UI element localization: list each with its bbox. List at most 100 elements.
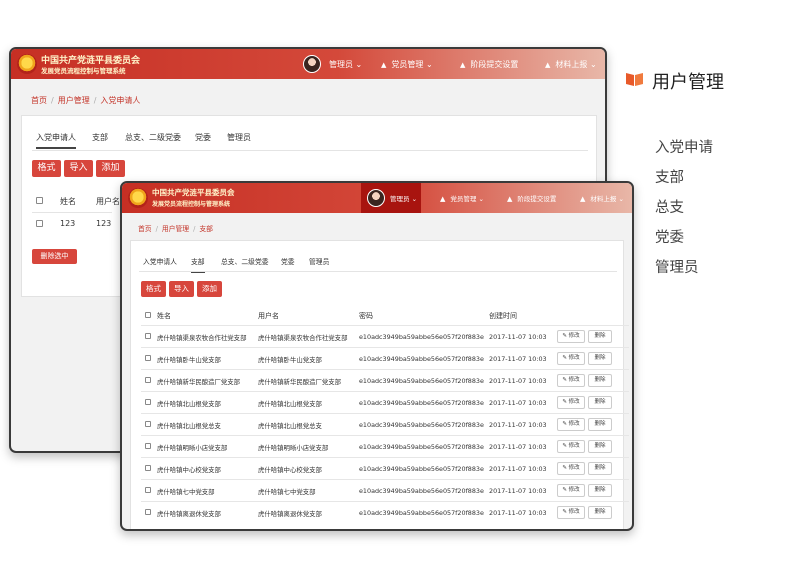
cell-name: 123 <box>60 219 76 228</box>
party-manage-menu[interactable]: ▲ 党员管理 ⌄ <box>381 59 433 70</box>
delete-selected-button[interactable]: 删除选中 <box>32 249 77 264</box>
delete-button[interactable]: 删除 <box>588 418 612 431</box>
delete-button[interactable]: 删除 <box>588 330 612 343</box>
avatar[interactable] <box>303 55 321 73</box>
cell-password: e10adc3949ba59abbe56e057f20f883e <box>359 399 484 407</box>
breadcrumb-home[interactable]: 首页 <box>138 225 152 233</box>
material-report-menu[interactable]: ▲ 材料上报 ⌄ <box>580 193 624 203</box>
delete-button[interactable]: 删除 <box>588 396 612 409</box>
material-report-menu[interactable]: ▲ 材料上报 ⌄ <box>545 59 597 70</box>
edit-button[interactable]: ✎ 修改 <box>557 506 585 519</box>
tab-committee[interactable]: 党委 <box>195 132 211 143</box>
cell-name: 虎什哈镇新华民酿造厂党支部 <box>157 378 241 386</box>
tab-applicant[interactable]: 入党申请人 <box>36 132 76 149</box>
edit-button[interactable]: ✎ 修改 <box>557 396 585 409</box>
party-manage-label: 党员管理 <box>450 195 477 203</box>
select-all-checkbox[interactable] <box>36 197 43 204</box>
delete-button[interactable]: 删除 <box>588 374 612 387</box>
admin-menu[interactable]: 管理员 ⌄ <box>329 59 362 70</box>
table-row: 虎什哈镇北山根党支部 虎什哈镇北山根党支部 e10adc3949ba59abbe56… <box>141 391 629 413</box>
chevron-down-icon: ⌄ <box>355 60 363 69</box>
edit-label: 修改 <box>568 421 580 427</box>
header-created: 创建时间 <box>489 312 517 320</box>
row-checkbox[interactable] <box>145 509 151 515</box>
cell-name: 虎什哈镇明晰小店党支部 <box>157 444 228 452</box>
sidebar-item-admin[interactable]: 管理员 <box>655 256 699 277</box>
material-report-label: 材料上报 <box>590 195 617 203</box>
select-all-checkbox[interactable] <box>145 312 151 318</box>
edit-button[interactable]: ✎ 修改 <box>557 374 585 387</box>
add-button[interactable]: 添加 <box>96 160 125 177</box>
tab-committee[interactable]: 党委 <box>281 256 295 266</box>
import-button[interactable]: 导入 <box>64 160 93 177</box>
breadcrumb-user-manage[interactable]: 用户管理 <box>58 96 90 105</box>
breadcrumb-user-manage[interactable]: 用户管理 <box>162 225 189 233</box>
row-checkbox[interactable] <box>145 421 151 427</box>
row-checkbox[interactable] <box>145 465 151 471</box>
breadcrumb: 首页 / 用户管理 / 入党申请人 <box>31 96 141 105</box>
edit-button[interactable]: ✎ 修改 <box>557 462 585 475</box>
edit-button[interactable]: ✎ 修改 <box>557 352 585 365</box>
sidebar-item-branch[interactable]: 支部 <box>655 166 684 187</box>
row-checkbox[interactable] <box>145 377 151 383</box>
row-checkbox[interactable] <box>145 487 151 493</box>
party-manage-menu[interactable]: ▲ 党员管理 ⌄ <box>440 193 484 203</box>
material-report-label: 材料上报 <box>555 60 588 69</box>
delete-button[interactable]: 删除 <box>588 440 612 453</box>
table-row: 虎什哈镇中心校党支部 虎什哈镇中心校党支部 e10adc3949ba59abbe56… <box>141 457 629 479</box>
import-button[interactable]: 导入 <box>169 281 194 297</box>
stage-settings-menu[interactable]: ▲ 阶段提交设置 <box>507 193 556 203</box>
header-name: 姓名 <box>157 312 171 320</box>
table-row: 虎什哈镇北山根党总支 虎什哈镇北山根党总支 e10adc3949ba59abbe56… <box>141 413 629 435</box>
stage-settings-label: 阶段提交设置 <box>470 60 519 69</box>
table-row: 虎什哈镇明晰小店党支部 虎什哈镇明晰小店党支部 e10adc3949ba59abbe… <box>141 435 629 457</box>
delete-button[interactable]: 删除 <box>588 462 612 475</box>
edit-button[interactable]: ✎ 修改 <box>557 484 585 497</box>
avatar[interactable] <box>367 189 385 207</box>
tab-general-branch[interactable]: 总支、二级党委 <box>125 132 181 143</box>
stage-settings-label: 阶段提交设置 <box>517 195 557 203</box>
add-button[interactable]: 添加 <box>197 281 222 297</box>
row-checkbox[interactable] <box>145 443 151 449</box>
delete-button[interactable]: 删除 <box>588 506 612 519</box>
tab-general-branch[interactable]: 总支、二级党委 <box>221 256 269 266</box>
cell-username: 123 <box>96 219 112 228</box>
delete-button[interactable]: 删除 <box>588 484 612 497</box>
edit-button[interactable]: ✎ 修改 <box>557 440 585 453</box>
admin-menu[interactable]: 管理员 ⌄ <box>390 193 417 203</box>
breadcrumb-current: 入党申请人 <box>100 96 141 105</box>
sidebar-item-applicant[interactable]: 入党申请 <box>655 136 713 157</box>
edit-label: 修改 <box>568 487 580 493</box>
cell-name: 虎什哈镇七中党支部 <box>157 488 215 496</box>
cell-created: 2017-11-07 10:03 <box>489 487 547 495</box>
tab-admin[interactable]: 管理员 <box>309 256 329 266</box>
edit-label: 修改 <box>568 333 580 339</box>
table-row: 虎什哈镇离退休党支部 虎什哈镇离退休党支部 e10adc3949ba59abbe56… <box>141 501 629 523</box>
breadcrumb-home[interactable]: 首页 <box>31 96 47 105</box>
delete-button[interactable]: 删除 <box>588 352 612 365</box>
cell-password: e10adc3949ba59abbe56e057f20f883e <box>359 421 484 429</box>
edit-button[interactable]: ✎ 修改 <box>557 418 585 431</box>
main-panel: 入党申请人 支部 总支、二级党委 党委 管理员 格式 导入 添加 姓名 用户名 … <box>130 240 629 529</box>
row-checkbox[interactable] <box>36 220 43 227</box>
admin-menu-label: 管理员 <box>390 195 410 203</box>
sidebar-item-general-branch[interactable]: 总支 <box>655 196 684 217</box>
format-button[interactable]: 格式 <box>141 281 166 297</box>
cell-name: 虎什哈镇中心校党支部 <box>157 466 221 474</box>
cell-username: 虎什哈镇卧牛山党支部 <box>258 356 322 364</box>
row-checkbox[interactable] <box>145 399 151 405</box>
breadcrumb-current: 支部 <box>199 225 213 233</box>
tab-admin[interactable]: 管理员 <box>227 132 251 143</box>
row-checkbox[interactable] <box>145 333 151 339</box>
cell-password: e10adc3949ba59abbe56e057f20f883e <box>359 355 484 363</box>
tab-branch[interactable]: 支部 <box>92 132 108 143</box>
cell-name: 虎什哈镇北山根党支部 <box>157 400 221 408</box>
stage-settings-menu[interactable]: ▲ 阶段提交设置 <box>460 59 518 70</box>
cell-created: 2017-11-07 10:03 <box>489 421 547 429</box>
tab-applicant[interactable]: 入党申请人 <box>143 256 177 266</box>
format-button[interactable]: 格式 <box>32 160 61 177</box>
front-window: 中国共产党涟平县委员会 发展党员流程控制与管理系统 管理员 ⌄ ▲ 党员管理 ⌄ … <box>120 181 634 531</box>
edit-button[interactable]: ✎ 修改 <box>557 330 585 343</box>
sidebar-item-committee[interactable]: 党委 <box>655 226 684 247</box>
row-checkbox[interactable] <box>145 355 151 361</box>
